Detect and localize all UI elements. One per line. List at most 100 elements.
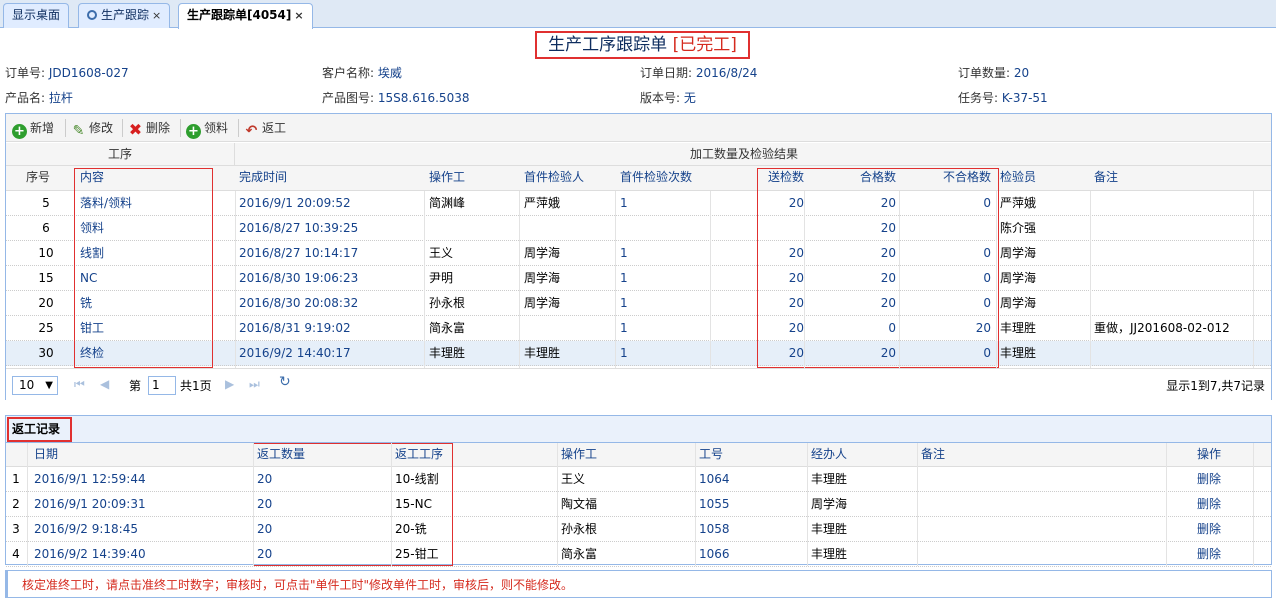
task-label: 任务号: (958, 91, 999, 105)
order-date: 订单日期: 2016/8/24 (640, 64, 757, 81)
col-remark[interactable]: 备注 (1094, 166, 1174, 190)
col-remark[interactable]: 备注 (921, 443, 1021, 466)
cell-finish-time: 2016/8/31 9:19:02 (239, 321, 351, 335)
order-no: 订单号: JDD1608-027 (5, 64, 129, 81)
col-finish-time[interactable]: 完成时间 (239, 166, 419, 190)
last-page-icon[interactable]: ⏭ (249, 377, 260, 392)
cell-first-inspector: 周学海 (524, 271, 561, 285)
edit-label: 修改 (89, 121, 114, 135)
page-size-select[interactable]: 10 ▼ (12, 376, 58, 395)
cell-remark (921, 542, 1121, 567)
cell-remark (921, 517, 1121, 542)
refresh-icon[interactable]: ↻ (279, 374, 291, 390)
table-row[interactable]: 2 2016/9/1 20:09:31 20 15-NC 陶文福 1055 周学海 删除 (6, 492, 1271, 517)
cell-first-count: 1 (620, 196, 628, 210)
page-total: 共1页 (180, 379, 212, 393)
cell-operator: 孙永根 (561, 522, 598, 536)
cell-first-inspector (524, 216, 616, 241)
cell-first-inspector: 周学海 (524, 246, 561, 260)
order-no-value: JDD1608-027 (48, 66, 129, 80)
delete-button[interactable]: ✖ 删除 (128, 119, 170, 139)
cell-finish-time: 2016/9/2 14:40:17 (239, 346, 351, 360)
column-divider (899, 191, 900, 368)
task-no: 任务号: K-37-51 (958, 89, 1048, 106)
cell-worker-no: 1058 (699, 522, 730, 536)
delete-link[interactable]: 删除 (1166, 492, 1252, 517)
rework-title: 返工记录 (7, 417, 72, 442)
tab-production-tracking[interactable]: 生产跟踪 × (78, 3, 171, 28)
col-operator[interactable]: 操作工 (429, 166, 519, 190)
cell-handler: 丰理胜 (811, 547, 848, 561)
tab-label: 生产跟踪单[4054] (187, 8, 292, 22)
rework-grid: 返工记录 日期 返工数量 返工工序 操作工 工号 经办人 备注 操作 1 2016… (5, 415, 1272, 567)
col-first-inspector[interactable]: 首件检验人 (524, 166, 614, 190)
tab-tracking-sheet[interactable]: 生产跟踪单[4054] × (178, 3, 313, 29)
highlight-quantity-columns (757, 168, 999, 368)
delete-link[interactable]: 删除 (1166, 467, 1252, 492)
close-icon[interactable]: × (152, 9, 161, 22)
cell-remark (1094, 266, 1254, 291)
cell-remark (1094, 216, 1254, 241)
cell-inspector: 严萍娥 (1000, 196, 1037, 210)
pick-material-button[interactable]: + 领料 (186, 119, 228, 139)
table-row[interactable]: 1 2016/9/1 12:59:44 20 10-线割 王义 1064 丰理胜 删除 (6, 467, 1271, 492)
cell-worker-no: 1064 (699, 472, 730, 486)
page-size-value: 10 (19, 378, 35, 392)
col-first-count[interactable]: 首件检验次数 (620, 166, 710, 190)
column-divider (1253, 191, 1254, 368)
column-divider (917, 443, 918, 566)
close-icon[interactable]: × (294, 9, 303, 22)
rework-header: 返工记录 (6, 416, 1271, 443)
col-action[interactable]: 操作 (1166, 443, 1252, 466)
cell-operator: 丰理胜 (429, 346, 466, 360)
edit-button[interactable]: ✎ 修改 (71, 119, 114, 139)
col-inspector[interactable]: 检验员 (1000, 166, 1080, 190)
cell-operator: 简渊峰 (429, 196, 466, 210)
add-button[interactable]: + 新增 (12, 119, 54, 139)
col-date[interactable]: 日期 (34, 443, 234, 466)
column-divider (804, 191, 805, 368)
cell-first-count: 1 (620, 296, 628, 310)
cell-index: 3 (12, 522, 20, 536)
delete-link[interactable]: 删除 (1166, 517, 1252, 542)
tab-desktop[interactable]: 显示桌面 (3, 3, 70, 28)
title-text: 生产工序跟踪单 (548, 35, 668, 55)
cell-first-count (620, 216, 710, 241)
order-date-value: 2016/8/24 (695, 66, 758, 80)
rework-button[interactable]: ↶ 返工 (244, 119, 287, 139)
divider (180, 119, 181, 137)
delete-x-icon: ✖ (128, 120, 143, 139)
col-worker-no[interactable]: 工号 (699, 443, 799, 466)
cell-inspector: 周学海 (1000, 246, 1037, 260)
divider (65, 119, 66, 137)
next-page-icon[interactable]: ▶ (225, 377, 234, 391)
rework-label: 返工 (262, 121, 287, 135)
plus-icon: + (186, 124, 201, 139)
cell-remark: 重做，JJ201608-02-012 (1094, 321, 1230, 335)
task-value: K-37-51 (1001, 91, 1048, 105)
table-row[interactable]: 4 2016/9/2 14:39:40 20 25-钳工 简永富 1066 丰理胜 删除 (6, 542, 1271, 567)
col-seq[interactable]: 序号 (26, 166, 66, 190)
tab-bar: 显示桌面 生产跟踪 × 生产跟踪单[4054] × (0, 0, 1276, 29)
col-operator[interactable]: 操作工 (561, 443, 681, 466)
col-handler[interactable]: 经办人 (811, 443, 911, 466)
cell-date: 2016/9/1 12:59:44 (34, 472, 146, 486)
page-prefix: 第 (129, 379, 142, 393)
first-page-icon[interactable]: ⏮ (74, 377, 85, 392)
table-row[interactable]: 3 2016/9/2 9:18:45 20 20-铣 孙永根 1058 丰理胜 删除 (6, 517, 1271, 542)
cell-finish-time: 2016/8/30 20:08:32 (239, 296, 359, 310)
page-number-value: 1 (152, 378, 160, 392)
cell-worker-no: 1055 (699, 497, 730, 511)
cell-date: 2016/9/2 9:18:45 (34, 522, 138, 536)
prev-page-icon[interactable]: ◀ (100, 377, 109, 391)
delete-link[interactable]: 删除 (1166, 542, 1252, 567)
column-divider (235, 191, 236, 368)
cell-finish-time: 2016/8/27 10:14:17 (239, 246, 359, 260)
cell-finish-time: 2016/8/27 10:39:25 (239, 221, 359, 235)
page-number-input[interactable]: 1 (148, 376, 176, 395)
column-divider (27, 443, 28, 566)
tab-label: 显示桌面 (12, 8, 61, 22)
cell-first-count: 1 (620, 246, 628, 260)
cell-remark (1094, 241, 1254, 266)
order-no-label: 订单号: (5, 66, 46, 80)
